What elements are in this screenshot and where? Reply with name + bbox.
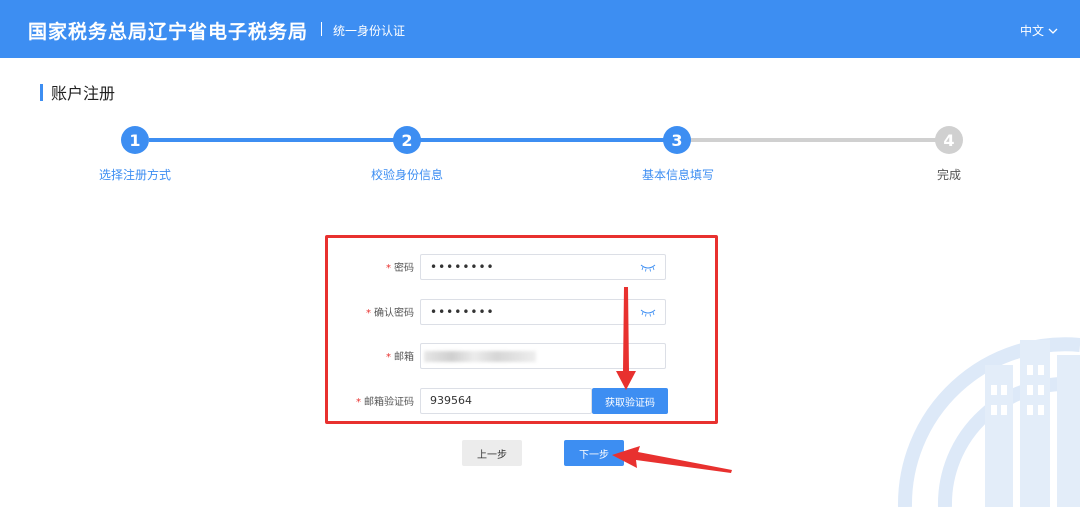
step-4-label: 完成: [936, 168, 962, 182]
language-label: 中文: [1019, 24, 1044, 38]
eye-closed-icon[interactable]: [640, 307, 656, 317]
language-selector[interactable]: 中文: [1020, 22, 1058, 39]
email-blurred-value: [424, 351, 536, 362]
email-code-row: * 邮箱验证码 939564 获取验证码: [340, 388, 670, 414]
step-1-circle: 1: [121, 126, 149, 154]
eye-closed-icon[interactable]: [640, 262, 656, 272]
step-1-label: 选择注册方式: [98, 168, 172, 182]
required-mark: *: [386, 263, 391, 274]
email-code-label: * 邮箱验证码: [356, 397, 414, 408]
prev-step-button[interactable]: 上一步: [462, 440, 522, 466]
get-code-button[interactable]: 获取验证码: [592, 388, 668, 414]
confirm-password-field[interactable]: ••••••••: [420, 299, 666, 325]
password-row: * 密码 ••••••••: [340, 254, 670, 280]
progress-steps: 1 2 3 4 选择注册方式 校验身份信息 基本信息填写 完成: [0, 125, 1080, 185]
next-step-button[interactable]: 下一步: [564, 440, 624, 466]
confirm-password-row: * 确认密码 ••••••••: [340, 299, 670, 325]
building-watermark-icon: [897, 337, 1080, 507]
title-divider: [321, 22, 322, 36]
password-field[interactable]: ••••••••: [420, 254, 666, 280]
chevron-down-icon: [1048, 28, 1058, 34]
step-4-circle: 4: [935, 126, 963, 154]
site-title: 国家税务总局辽宁省电子税务局: [28, 21, 309, 43]
step-2-circle: 2: [393, 126, 421, 154]
top-header: 国家税务总局辽宁省电子税务局 统一身份认证 中文: [0, 0, 1080, 58]
title-accent-bar: [40, 83, 43, 101]
step-2-label: 校验身份信息: [370, 168, 444, 182]
required-mark: *: [356, 397, 361, 408]
page-title: 账户注册: [40, 83, 116, 103]
left-arrow-icon: [612, 446, 732, 473]
step-3-label: 基本信息填写: [641, 168, 715, 182]
email-code-field[interactable]: 939564: [420, 388, 592, 414]
confirm-password-label: * 确认密码: [366, 308, 414, 319]
step-line-todo: [677, 138, 949, 142]
site-subtitle: 统一身份认证: [333, 24, 406, 38]
step-3-circle: 3: [663, 126, 691, 154]
page-title-text: 账户注册: [51, 84, 116, 103]
required-mark: *: [386, 352, 391, 363]
password-label: * 密码: [386, 263, 414, 274]
required-mark: *: [366, 308, 371, 319]
email-label: * 邮箱: [386, 352, 414, 363]
email-row: * 邮箱: [340, 343, 670, 369]
